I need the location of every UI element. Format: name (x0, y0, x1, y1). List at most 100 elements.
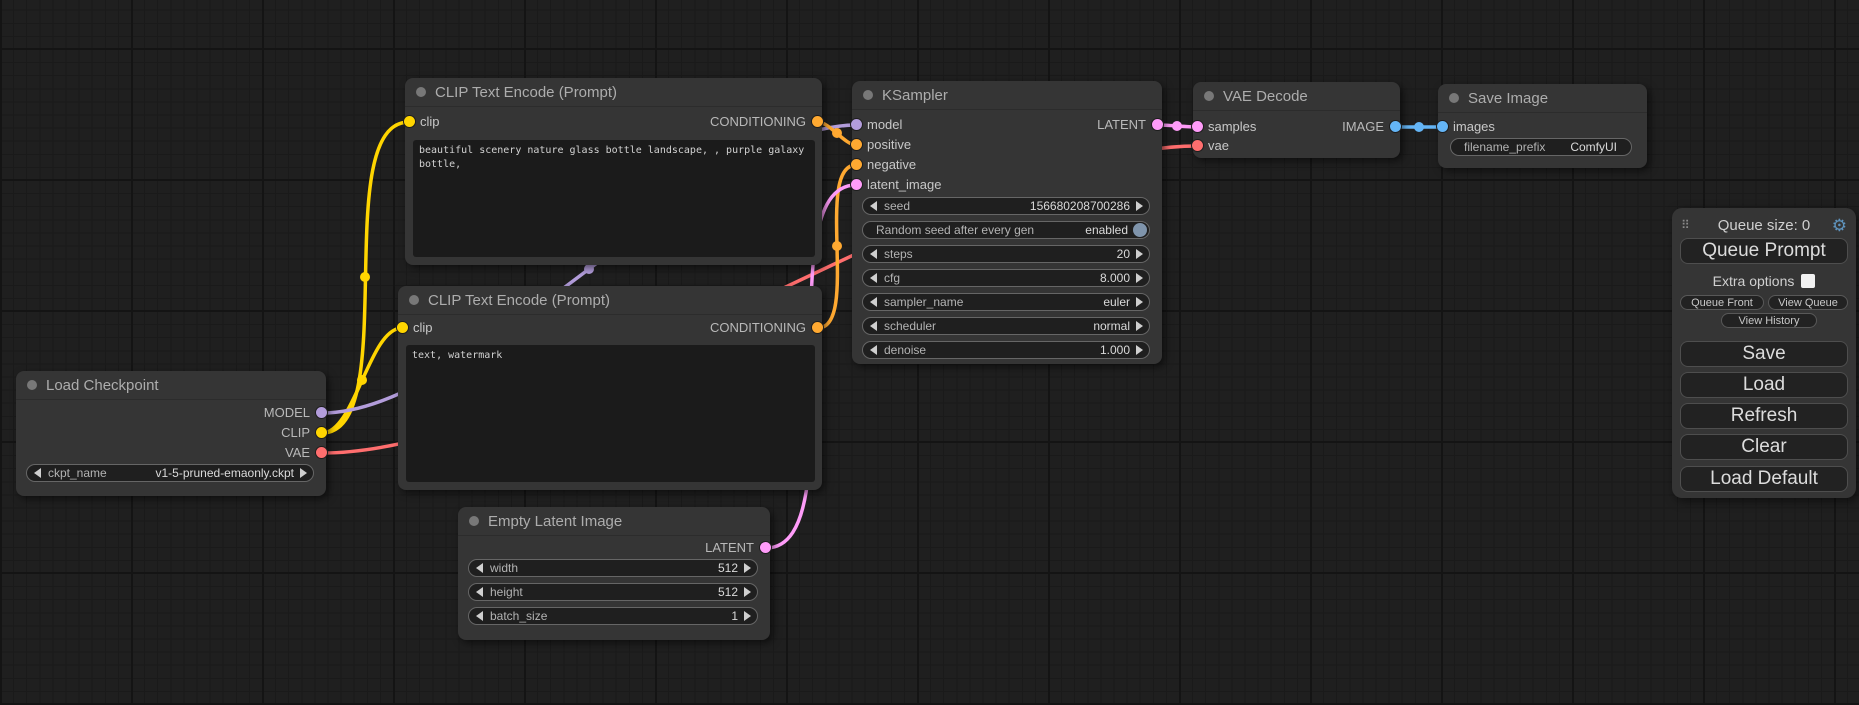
view-history-button[interactable]: View History (1721, 313, 1817, 328)
sampler-name-widget[interactable]: sampler_name euler (862, 293, 1150, 311)
output-slot-clip[interactable] (316, 427, 327, 438)
input-slot-clip[interactable] (397, 322, 408, 333)
ckpt-name-widget[interactable]: ckpt_name v1-5-pruned-emaonly.ckpt (26, 464, 314, 482)
refresh-button[interactable]: Refresh (1680, 403, 1848, 429)
view-queue-button[interactable]: View Queue (1768, 295, 1848, 310)
height-widget[interactable]: height 512 (468, 583, 758, 601)
toggle-knob[interactable] (1133, 223, 1147, 237)
output-slot-latent[interactable] (760, 542, 771, 553)
node-title-bar[interactable]: CLIP Text Encode (Prompt) (398, 286, 822, 315)
increment-arrow-icon[interactable] (744, 611, 751, 621)
widget-label: height (490, 585, 523, 599)
input-slot-vae[interactable] (1192, 140, 1203, 151)
input-slot-model[interactable] (851, 119, 862, 130)
node-empty-latent-image[interactable]: Empty Latent Image LATENT width 512 heig… (458, 507, 770, 640)
widget-value: 156680208700286 (1030, 199, 1130, 213)
collapse-dot-icon[interactable] (27, 380, 37, 390)
output-slot-conditioning[interactable] (812, 116, 823, 127)
increment-arrow-icon[interactable] (1136, 345, 1143, 355)
node-clip-text-encode-positive[interactable]: CLIP Text Encode (Prompt) clip CONDITION… (405, 78, 822, 265)
node-vae-decode[interactable]: VAE Decode samples IMAGE vae (1193, 82, 1400, 158)
increment-arrow-icon[interactable] (1136, 297, 1143, 307)
input-slot-clip[interactable] (404, 116, 415, 127)
cfg-widget[interactable]: cfg 8.000 (862, 269, 1150, 287)
output-slot-model[interactable] (316, 407, 327, 418)
node-title-bar[interactable]: CLIP Text Encode (Prompt) (405, 78, 822, 107)
widget-value: 20 (1117, 247, 1130, 261)
increment-arrow-icon[interactable] (1136, 249, 1143, 259)
settings-gear-icon[interactable]: ⚙ (1832, 217, 1847, 234)
input-label-positive: positive (867, 137, 911, 153)
decrement-arrow-icon[interactable] (870, 249, 877, 259)
link-dot (357, 375, 367, 385)
prompt-textarea[interactable]: beautiful scenery nature glass bottle la… (413, 140, 815, 257)
decrement-arrow-icon[interactable] (870, 273, 877, 283)
collapse-dot-icon[interactable] (1449, 93, 1459, 103)
widget-label: ckpt_name (48, 466, 107, 480)
node-ksampler[interactable]: KSampler model LATENT positive negative … (852, 81, 1162, 364)
widget-value: ComfyUI (1570, 140, 1617, 154)
input-label-negative: negative (867, 157, 916, 173)
input-slot-latent-image[interactable] (851, 179, 862, 190)
extra-options-checkbox[interactable] (1801, 274, 1815, 288)
increment-arrow-icon[interactable] (1136, 201, 1143, 211)
output-slot-vae[interactable] (316, 447, 327, 458)
widget-value: 1.000 (1100, 343, 1130, 357)
collapse-dot-icon[interactable] (469, 516, 479, 526)
steps-widget[interactable]: steps 20 (862, 245, 1150, 263)
increment-arrow-icon[interactable] (300, 468, 307, 478)
prompt-textarea[interactable]: text, watermark (406, 345, 815, 482)
node-title-bar[interactable]: Save Image (1438, 84, 1647, 113)
node-title-bar[interactable]: Empty Latent Image (458, 507, 770, 536)
input-slot-samples[interactable] (1192, 121, 1203, 132)
save-button[interactable]: Save (1680, 341, 1848, 367)
filename-prefix-widget[interactable]: filename_prefix ComfyUI (1450, 138, 1632, 156)
input-slot-positive[interactable] (851, 139, 862, 150)
decrement-arrow-icon[interactable] (870, 321, 877, 331)
node-title-bar[interactable]: KSampler (852, 81, 1162, 110)
decrement-arrow-icon[interactable] (870, 345, 877, 355)
collapse-dot-icon[interactable] (409, 295, 419, 305)
input-slot-images[interactable] (1437, 121, 1448, 132)
node-save-image[interactable]: Save Image images filename_prefix ComfyU… (1438, 84, 1647, 168)
decrement-arrow-icon[interactable] (34, 468, 41, 478)
collapse-dot-icon[interactable] (1204, 91, 1214, 101)
output-slot-conditioning[interactable] (812, 322, 823, 333)
drag-handle-icon[interactable]: ⠿ (1681, 219, 1690, 231)
node-title-bar[interactable]: VAE Decode (1193, 82, 1400, 111)
decrement-arrow-icon[interactable] (476, 563, 483, 573)
node-clip-text-encode-negative[interactable]: CLIP Text Encode (Prompt) clip CONDITION… (398, 286, 822, 490)
node-load-checkpoint[interactable]: Load Checkpoint MODEL CLIP VAE ckpt_name… (16, 371, 326, 496)
widget-label: cfg (884, 271, 900, 285)
decrement-arrow-icon[interactable] (870, 201, 877, 211)
clear-button[interactable]: Clear (1680, 434, 1848, 460)
increment-arrow-icon[interactable] (1136, 273, 1143, 283)
output-slot-latent[interactable] (1152, 119, 1163, 130)
decrement-arrow-icon[interactable] (476, 587, 483, 597)
increment-arrow-icon[interactable] (744, 563, 751, 573)
queue-front-button[interactable]: Queue Front (1680, 295, 1764, 310)
collapse-dot-icon[interactable] (416, 87, 426, 97)
decrement-arrow-icon[interactable] (870, 297, 877, 307)
seed-widget[interactable]: seed 156680208700286 (862, 197, 1150, 215)
denoise-widget[interactable]: denoise 1.000 (862, 341, 1150, 359)
input-slot-negative[interactable] (851, 159, 862, 170)
increment-arrow-icon[interactable] (1136, 321, 1143, 331)
output-label-conditioning: CONDITIONING (710, 114, 806, 130)
output-slot-image[interactable] (1390, 121, 1401, 132)
input-label-images: images (1453, 119, 1495, 135)
random-seed-toggle-widget[interactable]: Random seed after every gen enabled (862, 221, 1150, 239)
width-widget[interactable]: width 512 (468, 559, 758, 577)
collapse-dot-icon[interactable] (863, 90, 873, 100)
load-default-button[interactable]: Load Default (1680, 466, 1848, 492)
graph-canvas[interactable]: Load Checkpoint MODEL CLIP VAE ckpt_name… (0, 0, 1859, 705)
node-title-bar[interactable]: Load Checkpoint (16, 371, 326, 400)
decrement-arrow-icon[interactable] (476, 611, 483, 621)
widget-label: batch_size (490, 609, 547, 623)
increment-arrow-icon[interactable] (744, 587, 751, 597)
queue-prompt-button[interactable]: Queue Prompt (1680, 238, 1848, 264)
batch-size-widget[interactable]: batch_size 1 (468, 607, 758, 625)
load-button[interactable]: Load (1680, 372, 1848, 398)
output-label-conditioning: CONDITIONING (710, 320, 806, 336)
scheduler-widget[interactable]: scheduler normal (862, 317, 1150, 335)
